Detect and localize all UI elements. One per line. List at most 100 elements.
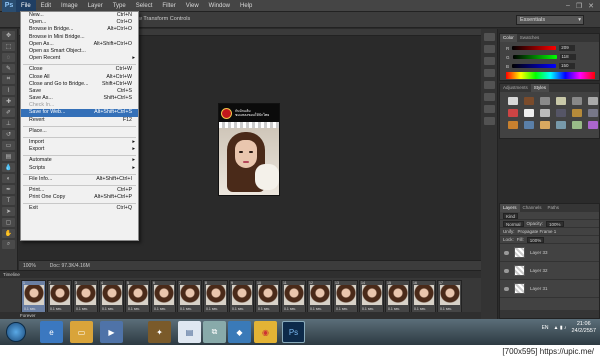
network-icon[interactable]: ⧉ (203, 321, 226, 343)
type-tool-icon[interactable]: T (2, 196, 15, 205)
frame-delay[interactable]: 0.1 sec. (154, 307, 166, 311)
style-swatch-icon[interactable] (524, 109, 534, 117)
frame-delay[interactable]: 0.1 sec. (50, 307, 62, 311)
clone-source-icon[interactable] (483, 93, 495, 101)
tab-color[interactable]: Color (500, 34, 517, 42)
file-menu-item[interactable]: File Info... Alt+Shift+Ctrl+I (21, 176, 138, 183)
frame-delay[interactable]: 0.1 sec. (440, 307, 452, 311)
frame-delay[interactable]: 0.1 sec. (206, 307, 218, 311)
timeline-frame[interactable]: 9 0.1 sec. (229, 280, 254, 313)
crop-tool-icon[interactable]: ⌗ (2, 75, 15, 84)
chrome-icon[interactable]: ◉ (254, 321, 277, 343)
file-menu-item[interactable]: Exit Ctrl+Q (21, 205, 138, 212)
timeline-frame[interactable]: 13 0.1 sec. (333, 280, 358, 313)
frame-delay[interactable]: 0.1 sec. (336, 307, 348, 311)
app-icon[interactable]: ✦ (148, 321, 171, 343)
style-none-icon[interactable] (508, 97, 518, 105)
propagate-frame-checkbox[interactable]: Propagate Frame 1 (518, 229, 557, 234)
brush-panel-icon[interactable] (483, 81, 495, 89)
menu-file[interactable]: File (16, 0, 36, 12)
menu-filter[interactable]: Filter (157, 0, 180, 12)
style-swatch-icon[interactable] (524, 97, 534, 105)
gradient-tool-icon[interactable]: ▤ (2, 152, 15, 161)
style-swatch-icon[interactable] (556, 97, 566, 105)
file-menu-item[interactable]: Print... Ctrl+P (21, 187, 138, 194)
file-menu-item[interactable]: Export ▸ (21, 146, 138, 153)
file-menu-item[interactable]: Save for Web... Alt+Shift+Ctrl+S (21, 109, 138, 117)
layer-row[interactable]: Layer 33 (500, 244, 599, 262)
visibility-eye-icon[interactable] (504, 268, 509, 273)
menu-layer[interactable]: Layer (83, 0, 108, 12)
tab-layers[interactable]: Layers (500, 204, 520, 212)
character-icon[interactable] (483, 105, 495, 113)
frame-delay[interactable]: 0.1 sec. (232, 307, 244, 311)
lasso-tool-icon[interactable]: ◌ (2, 53, 15, 62)
properties-icon[interactable] (483, 69, 495, 77)
r-value[interactable]: 209 (559, 45, 576, 51)
frame-delay[interactable]: 0.1 sec. (284, 307, 296, 311)
blend-mode-select[interactable]: Normal (503, 220, 524, 227)
eyedropper-tool-icon[interactable]: ⌇ (2, 86, 15, 95)
file-menu-item[interactable]: Save As... Shift+Ctrl+S (21, 95, 138, 102)
move-tool-icon[interactable]: ✥ (2, 31, 15, 40)
file-menu-item[interactable]: Open As... Alt+Shift+Ctrl+O (21, 41, 138, 48)
menu-window[interactable]: Window (204, 0, 235, 12)
shape-tool-icon[interactable]: ▢ (2, 218, 15, 227)
ie-icon[interactable]: e (40, 321, 63, 343)
r-slider[interactable] (512, 46, 557, 50)
timeline-frame[interactable]: 1 0.1 sec. (21, 280, 46, 313)
frame-delay[interactable]: 0.1 sec. (76, 307, 88, 311)
maximize-button[interactable]: ❐ (576, 2, 582, 10)
timeline-frame[interactable]: 8 0.1 sec. (203, 280, 228, 313)
menu-view[interactable]: View (181, 0, 204, 12)
fill-field[interactable]: 100% (526, 236, 545, 243)
file-menu-item[interactable]: Open as Smart Object... (21, 48, 138, 55)
timeline-frame[interactable]: 12 0.1 sec. (307, 280, 332, 313)
pen-tool-icon[interactable]: ✒ (2, 185, 15, 194)
photoshop-taskbar-icon[interactable]: Ps (282, 321, 305, 343)
b-value[interactable]: 150 (559, 63, 576, 69)
document-icon[interactable]: ▤ (178, 321, 201, 343)
start-button[interactable] (6, 322, 26, 342)
timeline-frame[interactable]: 3 0.1 sec. (73, 280, 98, 313)
transform-controls-label[interactable]: w Transform Controls (138, 16, 190, 22)
healing-tool-icon[interactable]: ✚ (2, 97, 15, 106)
visibility-eye-icon[interactable] (504, 250, 509, 255)
path-select-tool-icon[interactable]: ➤ (2, 207, 15, 216)
frame-delay[interactable]: 0.1 sec. (310, 307, 322, 311)
menu-edit[interactable]: Edit (36, 0, 56, 12)
file-menu-item[interactable]: Open Recent ▸ (21, 55, 138, 62)
opacity-field[interactable]: 100% (546, 220, 564, 227)
tab-styles[interactable]: Styles (530, 84, 550, 92)
tray-icons[interactable]: ▲ ▮ ♪ (554, 325, 567, 331)
file-menu-item[interactable]: Close Ctrl+W (21, 66, 138, 73)
frame-delay[interactable]: 0.1 sec. (388, 307, 400, 311)
frame-delay[interactable]: 0.1 sec. (414, 307, 426, 311)
folder-icon[interactable]: ▭ (70, 321, 93, 343)
style-swatch-icon[interactable] (540, 97, 550, 105)
layer-filter-select[interactable]: Kind (503, 212, 519, 219)
file-menu-item[interactable]: Save Ctrl+S (21, 88, 138, 95)
color-spectrum[interactable] (506, 72, 595, 79)
stamp-tool-icon[interactable]: ⊥ (2, 119, 15, 128)
timeline-frame[interactable]: 4 0.1 sec. (99, 280, 124, 313)
layer-row[interactable]: Layer 31 (500, 280, 599, 298)
frame-delay[interactable]: 0.1 sec. (258, 307, 270, 311)
timeline-frame[interactable]: 6 0.1 sec. (151, 280, 176, 313)
timeline-frame[interactable]: 16 0.1 sec. (411, 280, 436, 313)
menu-help[interactable]: Help (235, 0, 257, 12)
file-menu-item[interactable]: Close and Go to Bridge... Shift+Ctrl+W (21, 81, 138, 88)
file-menu-item[interactable]: Browse in Bridge... Alt+Ctrl+O (21, 26, 138, 33)
menu-select[interactable]: Select (131, 0, 158, 12)
style-swatch-icon[interactable] (588, 97, 598, 105)
file-menu-item[interactable]: New... Ctrl+N (21, 12, 138, 19)
marquee-tool-icon[interactable]: ⬚ (2, 42, 15, 51)
app2-icon[interactable]: ◆ (228, 321, 251, 343)
tab-adjustments[interactable]: Adjustments (500, 84, 531, 92)
style-swatch-icon[interactable] (508, 121, 518, 129)
style-swatch-icon[interactable] (524, 121, 534, 129)
b-slider[interactable] (512, 64, 557, 68)
timeline-frame[interactable]: 10 0.1 sec. (255, 280, 280, 313)
blur-tool-icon[interactable]: 💧 (2, 163, 15, 172)
history-icon[interactable] (483, 33, 495, 41)
